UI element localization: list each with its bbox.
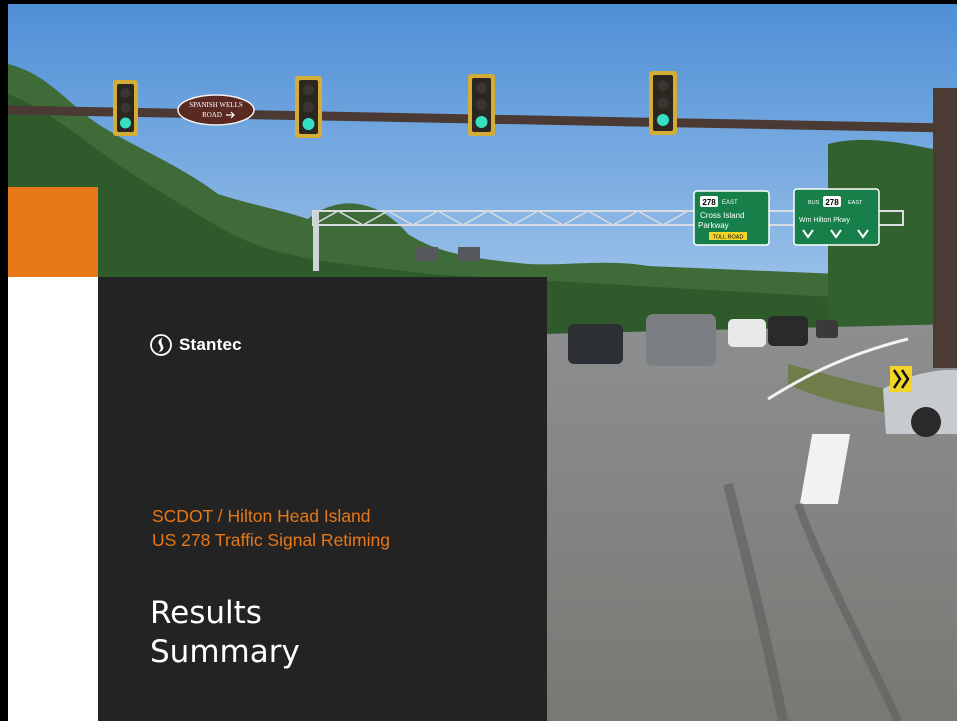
sign2-line1: Wm Hilton Pkwy — [799, 217, 850, 224]
slide-title: Results Summary — [150, 594, 300, 672]
stantec-logo-icon — [150, 334, 172, 356]
sign1-line2: Parkway — [698, 221, 729, 230]
street-sign-line1: SPANISH WELLS — [189, 101, 243, 109]
sign2-direction: EAST — [848, 200, 863, 206]
sign2-prefix: BUS — [808, 200, 820, 206]
title-line-1: Results — [150, 595, 262, 631]
sign1-route: 278 — [702, 198, 716, 207]
white-margin — [8, 277, 98, 721]
sign1-direction: EAST — [722, 200, 738, 206]
title-line-2: Summary — [150, 634, 300, 670]
traffic-signal-1 — [113, 80, 138, 136]
street-name-sign: SPANISH WELLS ROAD — [177, 94, 255, 126]
title-slide: 278 EAST Cross Island Parkway TOLL ROAD … — [0, 0, 957, 721]
traffic-signal-4 — [649, 71, 677, 135]
sign1-toll: TOLL ROAD — [713, 235, 744, 241]
street-sign-line2: ROAD — [202, 111, 222, 119]
title-panel: Stantec SCDOT / Hilton Head Island US 27… — [98, 277, 547, 721]
sign2-route: 278 — [825, 198, 839, 207]
slide-subtitle: SCDOT / Hilton Head Island US 278 Traffi… — [152, 504, 390, 552]
left-border — [0, 0, 8, 721]
sign1-line1: Cross Island — [700, 211, 744, 220]
subtitle-line-2: US 278 Traffic Signal Retiming — [152, 530, 390, 550]
traffic-signal-2 — [295, 76, 322, 138]
logo-text: Stantec — [179, 335, 242, 354]
stantec-logo: Stantec — [150, 334, 242, 356]
subtitle-line-1: SCDOT / Hilton Head Island — [152, 506, 371, 526]
accent-square — [8, 187, 98, 277]
traffic-signal-3 — [468, 74, 495, 136]
